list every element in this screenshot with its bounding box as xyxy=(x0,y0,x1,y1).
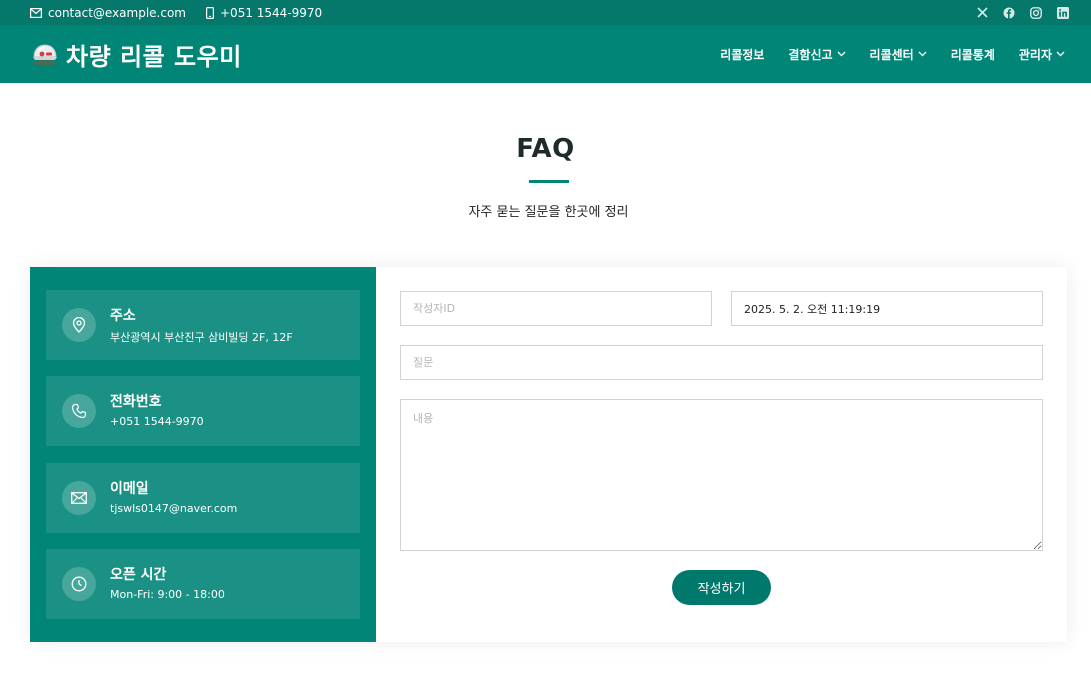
nav-recall-stats[interactable]: 리콜통계 xyxy=(951,46,995,63)
page-title: FAQ xyxy=(516,134,575,164)
site-logo[interactable]: 차량 리콜 도우미 xyxy=(30,25,242,83)
top-contact: contact@example.com +051 1544-9970 xyxy=(30,0,322,25)
map-pin-icon xyxy=(62,308,96,342)
question-input[interactable] xyxy=(400,345,1043,380)
info-phone: 전화번호 +051 1544-9970 xyxy=(46,376,360,446)
top-phone-text: +051 1544-9970 xyxy=(220,5,323,20)
nav-label: 리콜정보 xyxy=(720,47,765,62)
main-header: 차량 리콜 도우미 리콜정보 결함신고 리콜센터 리콜통계 관리자 xyxy=(0,25,1091,83)
author-id-input[interactable] xyxy=(400,291,712,326)
main-nav: 리콜정보 결함신고 리콜센터 리콜통계 관리자 xyxy=(720,25,1065,83)
submit-button[interactable]: 작성하기 xyxy=(672,570,771,605)
phone-icon xyxy=(62,394,96,428)
info-title: 오픈 시간 xyxy=(110,567,167,583)
info-address: 주소 부산광역시 부산진구 삼비빌딩 2F, 12F xyxy=(46,290,360,360)
info-title: 이메일 xyxy=(110,481,149,497)
chevron-down-icon xyxy=(837,51,845,57)
info-text: Mon-Fri: 9:00 - 18:00 xyxy=(110,588,225,601)
mobile-icon xyxy=(206,6,214,19)
info-title: 전화번호 xyxy=(110,394,162,410)
clock-icon xyxy=(62,567,96,601)
top-bar: contact@example.com +051 1544-9970 xyxy=(0,0,1091,25)
chevron-down-icon xyxy=(1056,51,1065,57)
social-links xyxy=(976,0,1069,25)
faq-form: 작성하기 xyxy=(376,267,1067,642)
nav-admin[interactable]: 관리자 xyxy=(1019,46,1065,63)
nav-label: 리콜센터 xyxy=(869,47,914,62)
contact-info-panel: 주소 부산광역시 부산진구 삼비빌딩 2F, 12F 전화번호 +051 154… xyxy=(30,267,376,642)
content-textarea[interactable] xyxy=(400,399,1043,551)
x-icon[interactable] xyxy=(976,7,988,19)
recall-helmet-icon xyxy=(33,44,57,66)
nav-recall-info[interactable]: 리콜정보 xyxy=(720,46,764,63)
nav-label: 리콜통계 xyxy=(950,47,995,62)
info-text: +051 1544-9970 xyxy=(110,415,204,428)
instagram-icon[interactable] xyxy=(1030,6,1042,19)
info-text: 부산광역시 부산진구 삼비빌딩 2F, 12F xyxy=(110,331,293,344)
faq-card: 주소 부산광역시 부산진구 삼비빌딩 2F, 12F 전화번호 +051 154… xyxy=(30,267,1067,642)
envelope-icon xyxy=(62,481,96,515)
date-input[interactable] xyxy=(731,291,1043,326)
top-email-text: contact@example.com xyxy=(48,5,186,20)
logo-title: 차량 리콜 도우미 xyxy=(66,42,242,71)
info-title: 주소 xyxy=(110,308,136,324)
info-text: tjswls0147@naver.com xyxy=(110,502,238,515)
top-email[interactable]: contact@example.com xyxy=(30,6,186,20)
title-divider xyxy=(529,180,569,183)
page-subtitle: 자주 묻는 질문을 한곳에 정리 xyxy=(468,205,629,220)
chevron-down-icon xyxy=(918,51,927,57)
nav-label: 결함신고 xyxy=(788,47,833,62)
linkedin-icon[interactable] xyxy=(1057,6,1069,19)
facebook-icon[interactable] xyxy=(1003,7,1015,19)
info-email: 이메일 tjswls0147@naver.com xyxy=(46,463,360,533)
nav-label: 관리자 xyxy=(1018,47,1052,62)
nav-recall-center[interactable]: 리콜센터 xyxy=(870,46,927,63)
envelope-icon xyxy=(30,7,42,18)
nav-defect-report[interactable]: 결함신고 xyxy=(788,46,845,63)
info-hours: 오픈 시간 Mon-Fri: 9:00 - 18:00 xyxy=(46,549,360,619)
top-phone[interactable]: +051 1544-9970 xyxy=(206,6,322,20)
